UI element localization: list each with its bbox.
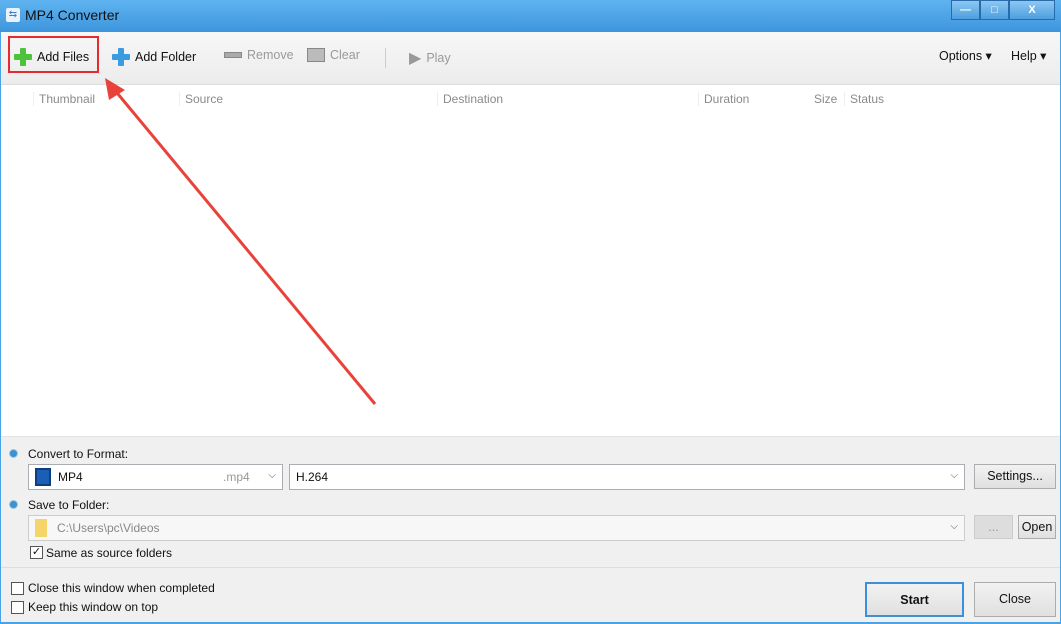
start-button[interactable]: Start xyxy=(865,582,964,617)
close-when-completed-checkbox[interactable] xyxy=(11,582,24,595)
close-when-completed-label: Close this window when completed xyxy=(28,581,215,595)
bullet-icon xyxy=(9,449,18,458)
film-icon xyxy=(35,468,51,486)
settings-panel: Convert to Format: MP4 .mp4 ⌵ H.264 ⌵ Se… xyxy=(1,436,1060,622)
window-title: MP4 Converter xyxy=(25,7,120,23)
chevron-down-icon: ⌵ xyxy=(268,470,276,481)
chevron-down-icon: ⌵ xyxy=(950,470,958,481)
app-icon: ⇆ xyxy=(6,8,20,22)
keep-on-top-label: Keep this window on top xyxy=(28,600,159,614)
format-select[interactable]: MP4 .mp4 ⌵ xyxy=(28,464,283,490)
keep-on-top-checkbox[interactable] xyxy=(11,601,24,614)
open-folder-button[interactable]: Open xyxy=(1018,515,1056,539)
browse-button[interactable]: ... xyxy=(974,515,1013,539)
format-ext: .mp4 xyxy=(223,470,250,484)
main-window: Add Files Add Folder Remove Clear ▶ Play … xyxy=(1,32,1060,622)
chevron-down-icon: ⌵ xyxy=(950,521,958,532)
folder-icon xyxy=(35,519,47,537)
minimize-button[interactable]: — xyxy=(951,0,980,20)
folder-label: Save to Folder: xyxy=(28,498,110,512)
close-window-button[interactable]: X xyxy=(1009,0,1055,20)
folder-path: C:\Users\pc\Videos xyxy=(57,521,160,535)
folder-path-field[interactable]: C:\Users\pc\Videos ⌵ xyxy=(28,515,965,541)
close-button[interactable]: Close xyxy=(974,582,1056,617)
maximize-button[interactable]: □ xyxy=(980,0,1009,20)
format-value: MP4 xyxy=(58,470,83,484)
settings-button[interactable]: Settings... xyxy=(974,464,1056,489)
annotation-arrow xyxy=(105,78,377,405)
codec-select[interactable]: H.264 ⌵ xyxy=(289,464,965,490)
title-bar: ⇆ MP4 Converter — □ X xyxy=(0,0,1061,32)
same-as-source-checkbox[interactable]: ✓ xyxy=(30,546,43,559)
divider xyxy=(1,567,1060,568)
format-label: Convert to Format: xyxy=(28,447,129,461)
same-as-source-label: Same as source folders xyxy=(46,546,173,560)
bullet-icon xyxy=(9,500,18,509)
codec-value: H.264 xyxy=(296,470,329,484)
